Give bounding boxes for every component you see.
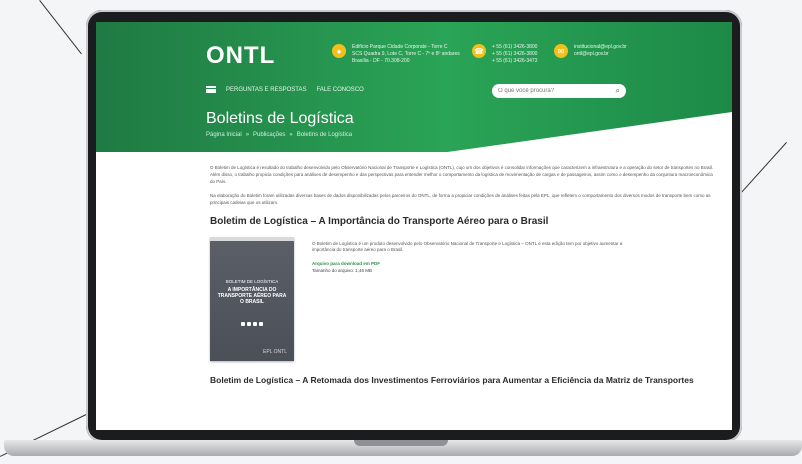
bulletin-title[interactable]: Boletim de Logística – A Importância do … bbox=[210, 216, 714, 227]
site-header: ONTL ● Edifício Parque Cidade Corporate … bbox=[96, 22, 732, 152]
breadcrumb-home[interactable]: Página Inicial bbox=[206, 132, 242, 138]
bulletin-description: O Boletim de Logística é um produto dese… bbox=[312, 237, 632, 361]
nav-contact[interactable]: FALE CONOSCO bbox=[316, 87, 363, 93]
breadcrumb: Página Inicial » Publicações » Boletins … bbox=[206, 132, 353, 138]
file-size: Tamanho do arquivo: 1,46 MB bbox=[312, 268, 373, 273]
phone-icon: ☎ bbox=[472, 44, 486, 58]
laptop-mockup: ONTL ● Edifício Parque Cidade Corporate … bbox=[0, 0, 802, 464]
search-bar: ⌕ bbox=[492, 84, 626, 98]
bulletin-cover[interactable]: BOLETIM DE LOGÍSTICA A IMPORTÂNCIA DO TR… bbox=[210, 237, 294, 361]
search-icon[interactable]: ⌕ bbox=[616, 86, 620, 96]
breadcrumb-current: Boletins de Logística bbox=[296, 132, 353, 138]
laptop-notch bbox=[354, 440, 448, 446]
nav-faq[interactable]: PERGUNTAS E RESPOSTAS bbox=[226, 87, 306, 93]
breadcrumb-publications[interactable]: Publicações bbox=[253, 132, 285, 138]
menu-icon[interactable] bbox=[206, 86, 216, 93]
cover-dots bbox=[210, 322, 294, 326]
location-icon: ● bbox=[332, 44, 346, 58]
main-nav: PERGUNTAS E RESPOSTAS FALE CONOSCO bbox=[206, 86, 364, 93]
decor-line bbox=[39, 0, 82, 55]
download-link[interactable]: Arquivo para download em PDF bbox=[312, 261, 632, 267]
main-content: O Boletim de Logística é resultado do tr… bbox=[96, 152, 732, 386]
site-logo[interactable]: ONTL bbox=[206, 42, 275, 70]
address-block: ● Edifício Parque Cidade Corporate - Tor… bbox=[332, 44, 460, 65]
page-title: Boletins de Logística bbox=[206, 110, 354, 127]
email-block: ✉ institucional@epl.gov.br ontl@epl.gov.… bbox=[554, 44, 627, 58]
search-input[interactable] bbox=[498, 88, 608, 94]
bulletin-title-2[interactable]: Boletim de Logística – A Retomada dos In… bbox=[210, 375, 714, 386]
intro-paragraph-1: O Boletim de Logística é resultado do tr… bbox=[210, 165, 714, 184]
bulletin-item: BOLETIM DE LOGÍSTICA A IMPORTÂNCIA DO TR… bbox=[210, 237, 714, 361]
mail-icon: ✉ bbox=[554, 44, 568, 58]
phone-block: ☎ + 55 (61) 3426-3800 + 55 (61) 3426-380… bbox=[472, 44, 537, 65]
intro-paragraph-2: Na elaboração do Boletim foram utilizada… bbox=[210, 193, 711, 205]
browser-screen: ONTL ● Edifício Parque Cidade Corporate … bbox=[96, 22, 732, 430]
